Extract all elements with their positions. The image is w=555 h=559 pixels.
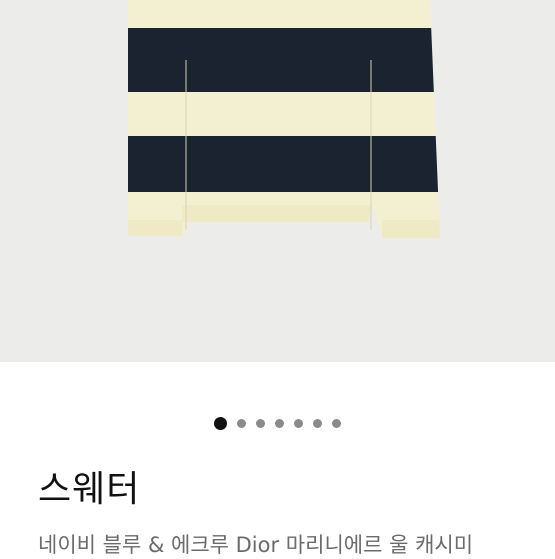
striped-sweater-image — [128, 0, 440, 238]
product-image-gallery[interactable] — [0, 0, 555, 362]
pager-dot[interactable] — [256, 418, 265, 428]
product-info-panel — [0, 362, 555, 555]
gallery-pager[interactable] — [0, 414, 555, 432]
pager-dot-active[interactable] — [214, 416, 227, 430]
pager-dot[interactable] — [237, 418, 246, 428]
pager-dot[interactable] — [275, 418, 284, 428]
pager-dot[interactable] — [294, 418, 303, 428]
product-title: 스웨터 — [38, 469, 141, 510]
pager-dot[interactable] — [313, 418, 322, 428]
pager-dot[interactable] — [332, 418, 341, 428]
